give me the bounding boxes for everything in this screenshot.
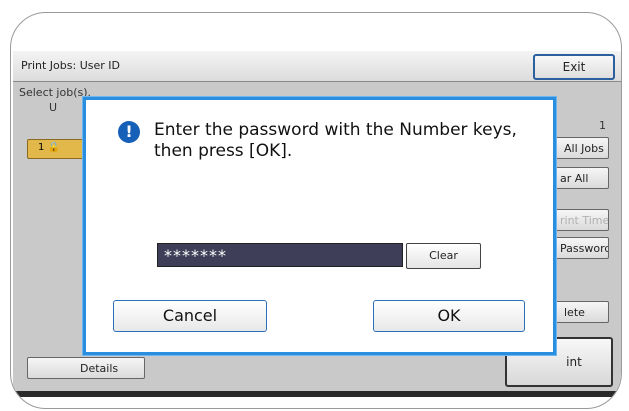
- clear-button[interactable]: Clear: [406, 243, 481, 269]
- cancel-button[interactable]: Cancel: [113, 300, 267, 332]
- delete-button[interactable]: lete: [547, 301, 609, 323]
- select-all-jobs-button[interactable]: All Jobs: [547, 137, 609, 159]
- user-column-header: U: [49, 101, 58, 114]
- print-time-button[interactable]: rint Time: [547, 209, 609, 231]
- bottom-strip: [13, 391, 621, 397]
- dialog-message: Enter the password with the Number keys,…: [154, 120, 517, 161]
- clear-all-button[interactable]: ar All: [547, 167, 609, 189]
- exclamation-icon: !: [118, 121, 140, 143]
- ok-button[interactable]: OK: [373, 300, 525, 332]
- user-id-tag[interactable]: 1 🔒: [27, 139, 85, 159]
- details-button[interactable]: Details: [27, 357, 145, 379]
- change-password-button[interactable]: Password: [547, 237, 609, 259]
- exit-button[interactable]: Exit: [533, 54, 615, 80]
- select-jobs-label: Select job(s).: [19, 86, 92, 99]
- password-field[interactable]: *******: [157, 243, 403, 267]
- user-tag-text: 1 🔒: [38, 142, 60, 153]
- title-bar: Print Jobs: User ID Exit: [13, 51, 621, 82]
- password-dialog: ! Enter the password with the Number key…: [83, 97, 556, 355]
- job-count: 1: [599, 119, 606, 132]
- page-title: Print Jobs: User ID: [21, 59, 120, 72]
- print-button-label: int: [566, 355, 582, 369]
